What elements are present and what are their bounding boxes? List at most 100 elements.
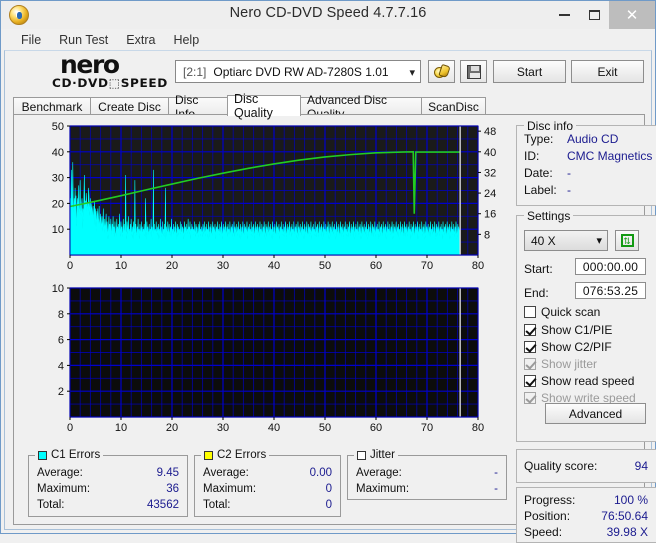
disc-id-value: CMC Magnetics — [567, 149, 653, 163]
nero-logo: nero CD·DVD⬚SPEED — [52, 52, 177, 93]
logo-speed: SPEED — [120, 76, 168, 90]
title-bar: Nero CD-DVD Speed 4.7.7.16 ✕ — [1, 1, 655, 29]
tab-create-disc[interactable]: Create Disc — [90, 97, 169, 115]
drive-index: [2:1] — [183, 64, 207, 79]
svg-text:40: 40 — [268, 260, 280, 272]
c1-average-value: 9.45 — [156, 467, 179, 479]
speed-label: Speed: — [524, 525, 563, 539]
svg-text:20: 20 — [166, 422, 178, 434]
menu-item-help[interactable]: Help — [164, 31, 208, 49]
jitter-average-value: - — [494, 467, 498, 479]
c1-errors-stats-label: C1 Errors — [51, 449, 101, 461]
menu-item-extra[interactable]: Extra — [117, 31, 164, 49]
checkbox-show-jitter: Show jitter — [524, 357, 597, 371]
maximize-button[interactable] — [579, 1, 609, 29]
c2-maximum-value: 0 — [325, 483, 332, 495]
progress-value: 100 % — [613, 493, 648, 507]
end-field[interactable]: 076:53.25 — [575, 282, 646, 299]
maximize-icon — [588, 10, 600, 20]
menu-item-file[interactable]: File — [12, 31, 50, 49]
svg-text:80: 80 — [472, 260, 484, 272]
advanced-button[interactable]: Advanced — [545, 403, 646, 424]
speed-value: 39.98 X — [606, 525, 648, 539]
svg-text:30: 30 — [217, 422, 229, 434]
exit-button[interactable]: Exit — [571, 60, 644, 83]
tab-scandisc[interactable]: ScanDisc — [421, 97, 486, 115]
checkbox-box — [524, 306, 536, 318]
tab-disc-quality[interactable]: Disc Quality — [227, 92, 301, 120]
drive-name: Optiarc DVD RW AD-7280S 1.01 — [213, 64, 389, 79]
speed-select-value: 40 X — [531, 233, 556, 248]
status-group: Progress: 100 % Position: 76:50.64 Speed… — [516, 487, 656, 543]
svg-text:24: 24 — [484, 188, 496, 200]
start-button[interactable]: Start — [493, 60, 566, 83]
disc-type-value: Audio CD — [567, 132, 619, 146]
checkbox-box — [524, 341, 536, 353]
end-label: End: — [524, 286, 549, 300]
svg-text:80: 80 — [472, 422, 484, 434]
menu-bar: File Run Test Extra Help — [1, 29, 655, 50]
svg-text:10: 10 — [52, 283, 64, 295]
checkbox-box — [524, 324, 536, 336]
disc-scan-icon — [433, 65, 450, 79]
checkbox-label: Show jitter — [541, 357, 598, 371]
svg-text:0: 0 — [67, 422, 73, 434]
checkbox-quick-scan[interactable]: Quick scan — [524, 305, 600, 319]
drive-select[interactable]: [2:1] Optiarc DVD RW AD-7280S 1.01 ▾ — [175, 60, 421, 83]
svg-text:6: 6 — [58, 335, 64, 347]
c1-errors-stats-title: C1 Errors — [35, 449, 104, 461]
c2-color-swatch — [204, 450, 213, 460]
toolbar: nero CD·DVD⬚SPEED [2:1] Optiarc DVD RW A… — [5, 51, 651, 94]
svg-text:60: 60 — [370, 422, 382, 434]
tab-disc-info[interactable]: Disc Info — [168, 93, 228, 121]
logo-cd-dvd: CD·DVD — [52, 76, 109, 90]
svg-text:10: 10 — [115, 260, 127, 272]
menu-item-run-test[interactable]: Run Test — [50, 31, 117, 49]
save-button[interactable] — [460, 60, 487, 83]
close-button[interactable]: ✕ — [609, 1, 655, 29]
checkbox-show-read-speed[interactable]: Show read speed — [524, 374, 634, 388]
svg-text:32: 32 — [484, 167, 496, 179]
c1-errors-stats: C1 Errors Average: 9.45 Maximum: 36 Tota… — [28, 449, 188, 517]
c2-errors-stats-label: C2 Errors — [217, 449, 267, 461]
minimize-button[interactable] — [549, 1, 579, 29]
svg-text:20: 20 — [166, 260, 178, 272]
svg-text:48: 48 — [484, 126, 496, 138]
quality-score-group: Quality score: 94 — [516, 449, 656, 483]
c1-errors-plot: 0 10 20 30 40 50 60 70 80 10 20 30 40 50 8 16 24 32 40 48 — [52, 121, 497, 272]
disc-date-label: Date: — [524, 166, 553, 180]
position-label: Position: — [524, 509, 571, 523]
nero-logo-subtitle: CD·DVD⬚SPEED — [52, 77, 183, 89]
floppy-save-icon — [466, 64, 481, 79]
tab-advanced-disc-quality[interactable]: Advanced Disc Quality — [300, 93, 422, 121]
c1-maximum-label: Maximum: — [37, 483, 91, 495]
c2-total-label: Total: — [203, 499, 231, 511]
jitter-maximum-label: Maximum: — [356, 483, 410, 495]
c2-total-value: 0 — [325, 499, 332, 511]
svg-text:40: 40 — [52, 147, 64, 159]
start-field[interactable]: 000:00.00 — [575, 258, 646, 275]
checkbox-show-c1-pie[interactable]: Show C1/PIE — [524, 323, 612, 337]
checkbox-label: Show C2/PIF — [541, 340, 612, 354]
tab-strip: Benchmark Create Disc Disc Info Disc Qua… — [13, 92, 645, 121]
c2-errors-chart: 0 10 20 30 40 50 60 70 80 2 4 6 8 10 — [28, 283, 508, 447]
settings-group: Settings 40 X ▾ ⇅ Start: 000:00.00 End: … — [516, 209, 656, 442]
c2-maximum-label: Maximum: — [203, 483, 257, 495]
progress-label: Progress: — [524, 493, 576, 507]
c1-average-label: Average: — [37, 467, 83, 479]
refresh-button[interactable]: ⇅ — [615, 230, 639, 251]
jitter-average-label: Average: — [356, 467, 402, 479]
c1-errors-chart: 0 10 20 30 40 50 60 70 80 10 20 30 40 50 8 16 24 32 40 48 — [28, 119, 508, 279]
jitter-stats: Jitter Average: - Maximum: - — [347, 449, 507, 500]
position-value: 76:50.64 — [601, 509, 648, 523]
tab-benchmark[interactable]: Benchmark — [13, 97, 91, 115]
checkbox-show-c2-pif[interactable]: Show C2/PIF — [524, 340, 612, 354]
checkbox-box — [524, 375, 536, 387]
c2-errors-stats: C2 Errors Average: 0.00 Maximum: 0 Total… — [194, 449, 341, 517]
close-icon: ✕ — [625, 6, 639, 24]
app-window: Nero CD-DVD Speed 4.7.7.16 ✕ File Run Te… — [0, 0, 656, 543]
speed-select[interactable]: 40 X ▾ — [524, 230, 608, 251]
svg-text:50: 50 — [319, 260, 331, 272]
disc-scan-button[interactable] — [428, 60, 455, 83]
quality-score-label: Quality score: — [524, 459, 598, 473]
